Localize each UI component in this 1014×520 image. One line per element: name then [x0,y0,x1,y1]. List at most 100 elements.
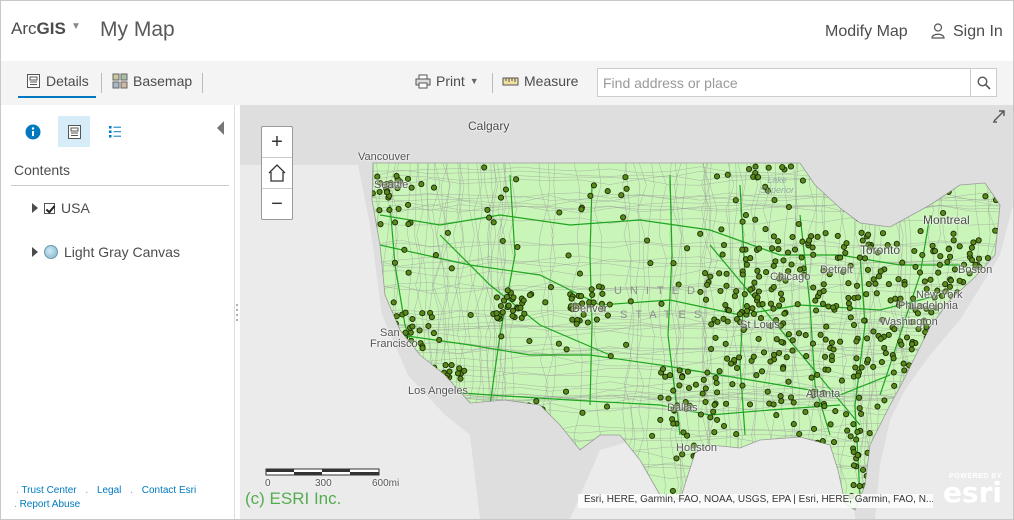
print-button[interactable]: Print ▼ [415,73,479,89]
point-marker [704,369,711,376]
point-marker [684,245,691,252]
point-marker [733,364,741,372]
point-marker [729,381,736,388]
point-marker [659,365,667,373]
point-marker [789,347,796,354]
point-marker [747,286,754,293]
point-marker [595,283,602,290]
report-abuse-link[interactable]: Report Abuse [20,499,81,510]
city-label: Montreal [923,213,970,227]
search-button[interactable] [970,68,997,97]
point-marker [881,397,888,404]
point-marker [776,302,783,309]
point-marker [623,341,630,348]
legend-tab[interactable] [99,116,131,147]
point-marker [795,330,803,337]
layer-visibility-checkbox[interactable] [44,202,55,214]
point-marker [803,353,810,360]
expand-map-icon[interactable] [992,109,1006,123]
point-marker [673,455,680,462]
point-marker [764,388,771,395]
point-marker [493,310,500,317]
measure-button[interactable]: Measure [502,73,578,89]
map-attribution[interactable]: Esri, HERE, Garmin, FAO, NOAA, USGS, EPA… [578,494,933,508]
esri-logo[interactable]: POWERED BY esri [937,473,1002,513]
point-marker [845,294,852,301]
point-marker [864,356,871,363]
point-marker [765,164,772,171]
user-icon[interactable] [931,23,945,39]
point-marker [395,205,402,212]
point-marker [798,254,805,261]
point-marker [699,390,706,397]
point-marker [484,206,491,213]
arcgis-logo[interactable]: ArcGIS [11,19,66,39]
brand-plain-text: Arc [11,19,37,38]
content-tab[interactable] [58,116,90,147]
toolbar-divider [101,73,102,93]
home-button[interactable] [262,158,292,189]
details-icon [27,74,40,88]
search-input[interactable] [597,68,971,97]
chevron-down-icon[interactable]: ▼ [71,21,81,32]
point-marker [853,436,860,443]
point-marker [759,301,766,308]
details-button[interactable]: Details [26,73,89,89]
point-marker [775,246,782,253]
point-marker [556,209,563,216]
point-marker [724,318,731,325]
point-marker [714,389,721,396]
point-marker [742,212,749,219]
point-marker [863,291,870,298]
globe-icon [44,245,58,259]
point-marker [504,287,511,294]
sign-in-link[interactable]: Sign In [953,23,1003,41]
point-marker [704,281,711,288]
zoom-out-button[interactable]: − [262,189,292,220]
point-marker [754,294,761,301]
layer-usa[interactable]: USA [32,200,90,216]
collapse-panel-icon[interactable] [217,121,224,135]
map-view[interactable]: Calgary Vancouver Seattle Montreal Toron… [240,105,1013,519]
point-marker [731,293,738,300]
point-marker [947,253,954,260]
point-marker [820,281,827,288]
trust-center-link[interactable]: Trust Center [21,485,76,496]
point-marker [497,302,504,310]
point-marker [430,330,437,337]
modify-map-link[interactable]: Modify Map [825,23,908,41]
point-marker [968,256,976,264]
point-marker [569,316,576,323]
zoom-in-button[interactable]: + [262,127,292,158]
basemap-button[interactable]: Basemap [112,73,192,89]
point-marker [702,296,710,303]
point-marker [647,260,654,267]
point-marker [752,216,759,223]
point-marker [901,281,908,288]
toolbar-divider [202,73,203,93]
expand-arrow-icon[interactable] [32,203,38,213]
point-marker [710,408,717,415]
legal-link[interactable]: Legal [97,485,121,496]
about-tab[interactable] [17,116,49,147]
point-marker [505,302,512,309]
point-marker [956,277,963,284]
point-marker [418,181,425,188]
point-marker [813,307,820,314]
point-marker [770,305,777,312]
point-marker [890,355,897,362]
layer-light-gray-canvas[interactable]: Light Gray Canvas [32,244,180,260]
contact-esri-link[interactable]: Contact Esri [142,485,196,496]
point-marker [975,255,983,262]
point-marker [770,262,777,269]
expand-arrow-icon[interactable] [32,247,38,257]
point-marker [486,214,493,221]
point-marker [790,399,797,406]
point-marker [467,311,474,319]
point-marker [773,412,780,419]
panel-resize-handle[interactable] [235,303,239,323]
details-active-indicator [18,96,96,98]
point-marker [521,310,528,317]
search-icon [976,75,991,90]
point-marker [743,303,750,310]
